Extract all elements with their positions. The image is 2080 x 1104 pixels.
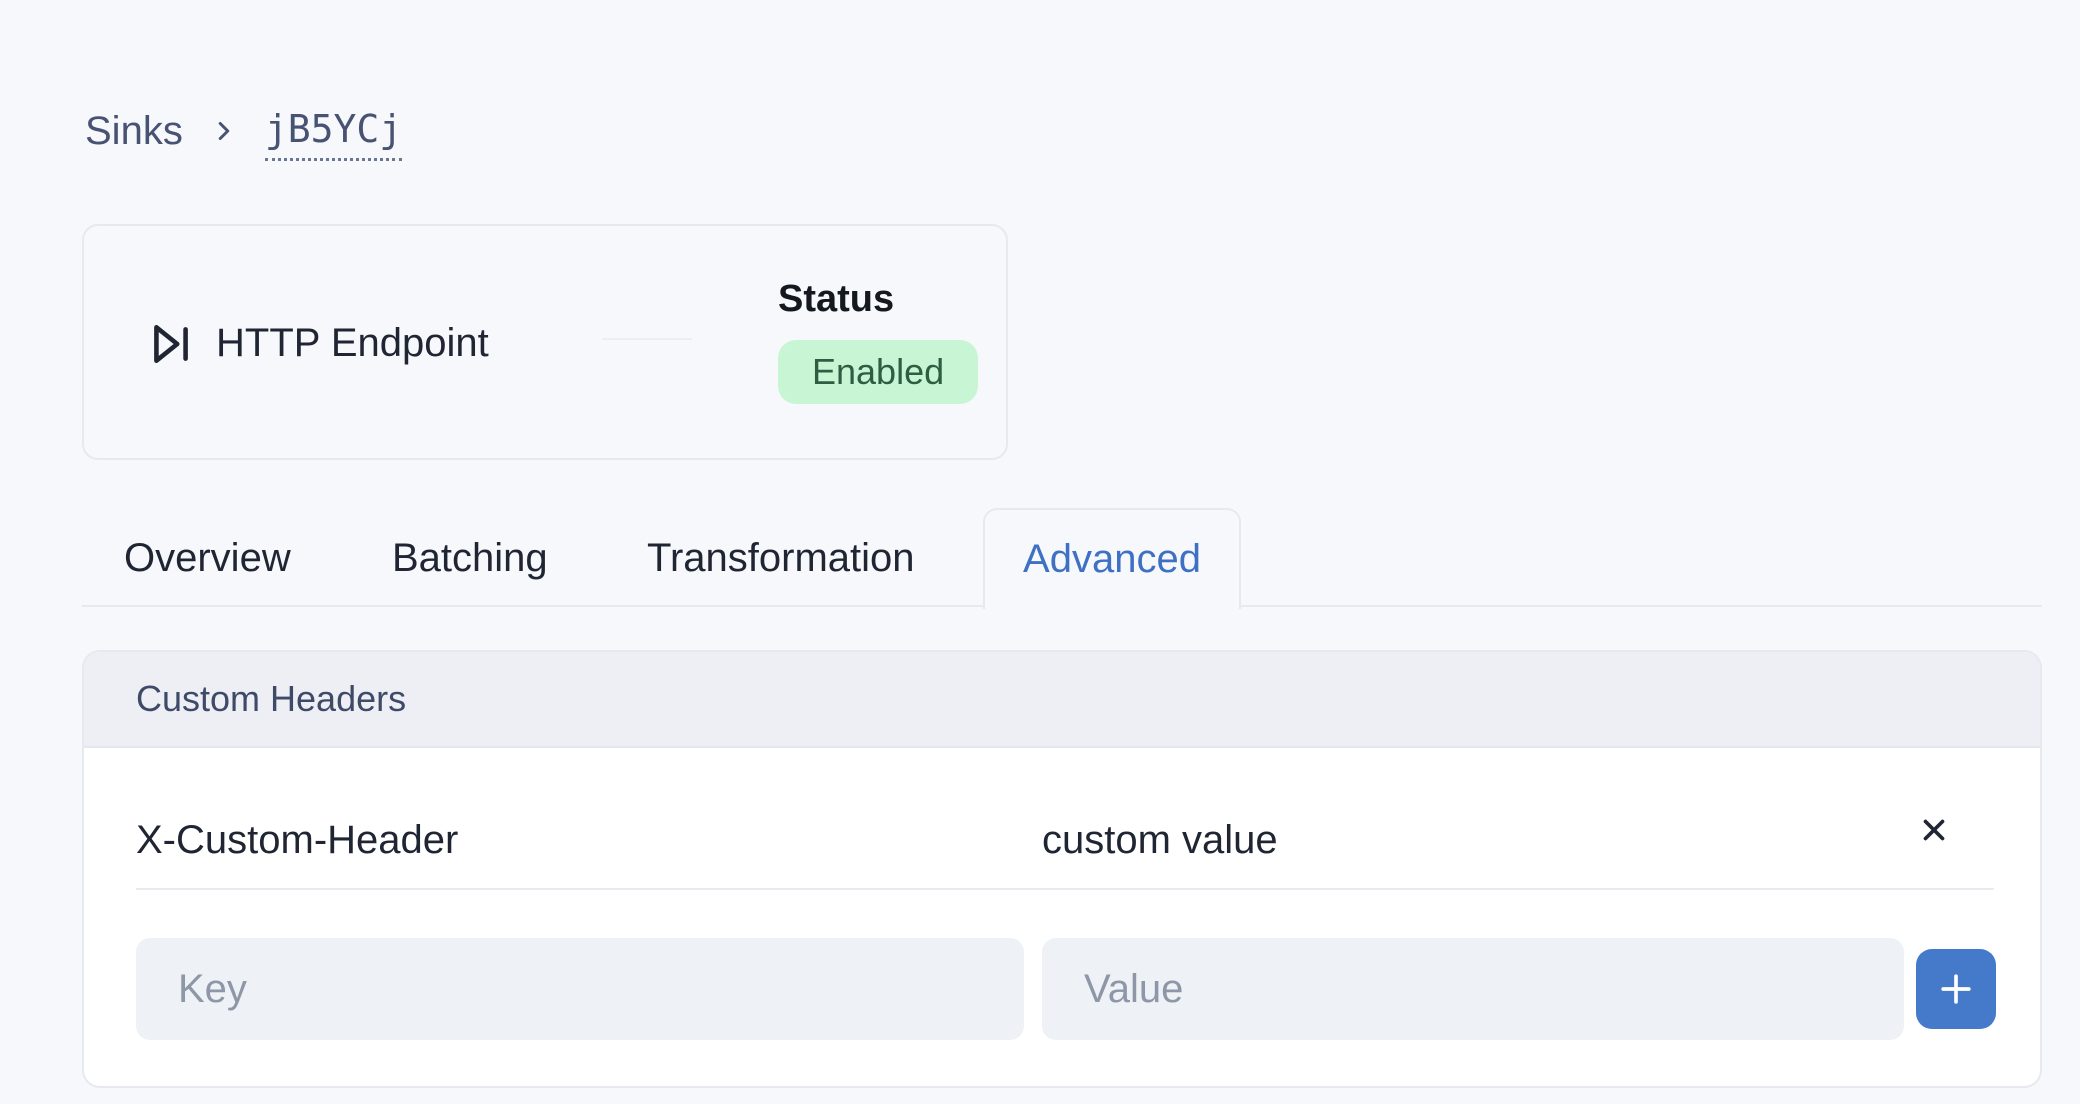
header-row-value: custom value (1042, 816, 1278, 864)
header-key-input[interactable] (136, 938, 1024, 1040)
divider (136, 888, 1994, 890)
status-badge: Enabled (778, 340, 978, 404)
tab-advanced[interactable]: Advanced (983, 508, 1241, 609)
custom-headers-card: Custom Headers X-Custom-Header custom va… (82, 650, 2042, 1088)
skip-forward-icon (146, 319, 196, 369)
chevron-right-icon (209, 116, 239, 146)
status-column: Status Enabled (778, 276, 978, 404)
breadcrumb: Sinks jB5YCj (85, 104, 402, 158)
divider (602, 338, 692, 340)
header-value-input[interactable] (1042, 938, 1904, 1040)
sink-detail-page: Sinks jB5YCj HTTP Endpoint Status Enable… (0, 0, 2080, 1104)
tab-overview[interactable]: Overview (124, 534, 291, 582)
status-label: Status (778, 276, 978, 322)
breadcrumb-sink-id[interactable]: jB5YCj (265, 102, 402, 161)
breadcrumb-sinks-link[interactable]: Sinks (85, 104, 183, 158)
custom-headers-title: Custom Headers (136, 678, 406, 720)
tab-batching[interactable]: Batching (392, 534, 548, 582)
add-header-button[interactable] (1916, 949, 1996, 1029)
header-row: X-Custom-Header custom value (84, 748, 2040, 888)
tabbar: Overview Batching Transformation Advance… (82, 508, 2042, 609)
close-icon (1917, 813, 1951, 847)
tab-transformation[interactable]: Transformation (647, 534, 915, 582)
sink-summary-card: HTTP Endpoint Status Enabled (82, 224, 1008, 460)
sink-type-label: HTTP Endpoint (216, 319, 489, 367)
remove-header-button[interactable] (1906, 802, 1962, 858)
header-row-key: X-Custom-Header (136, 816, 458, 864)
custom-headers-titlebar: Custom Headers (84, 652, 2040, 748)
plus-icon (1934, 967, 1978, 1011)
